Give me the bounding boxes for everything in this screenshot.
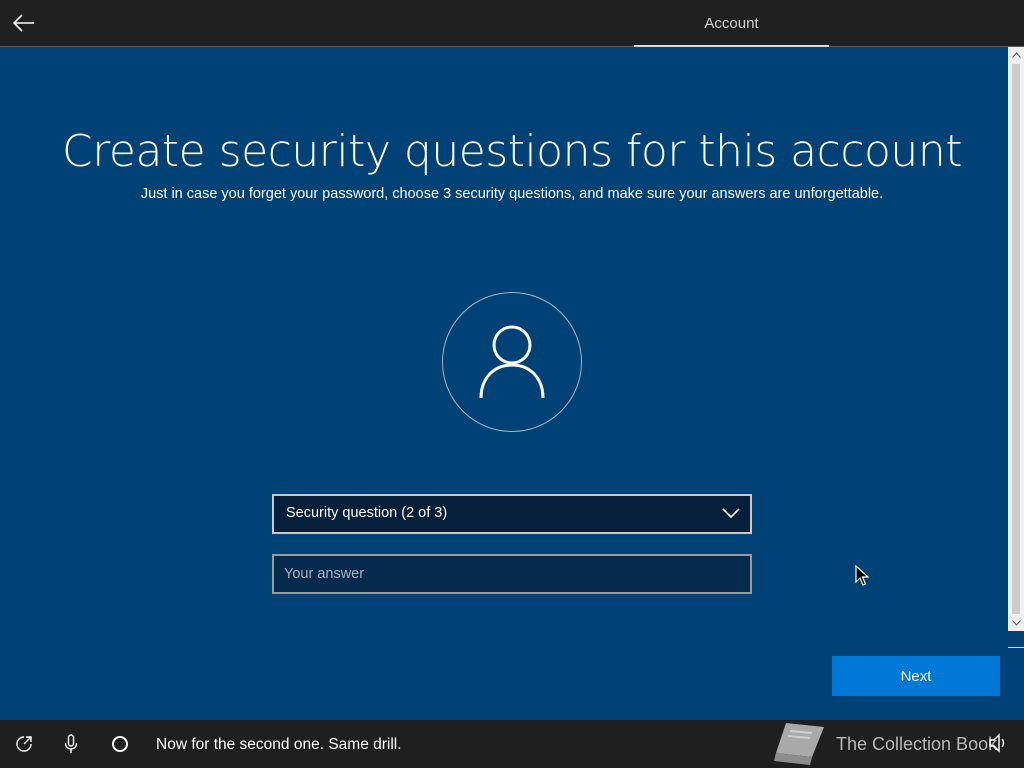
answer-input[interactable]: [272, 554, 752, 594]
scroll-up-button[interactable]: [1008, 47, 1024, 63]
bottom-bar: Now for the second one. Same drill. The …: [0, 720, 1024, 768]
volume-icon: [989, 733, 1005, 753]
narration-text: Now for the second one. Same drill.: [156, 736, 402, 753]
security-question-label: Security question (2 of 3): [286, 505, 448, 521]
volume-button[interactable]: [988, 732, 1008, 759]
mouse-cursor-icon: [855, 565, 869, 586]
avatar: [442, 292, 582, 432]
back-button[interactable]: [6, 6, 42, 40]
scroll-down-button[interactable]: [1008, 615, 1024, 631]
person-icon: [479, 325, 545, 399]
tab-underline: [634, 45, 829, 47]
scroll-divider: [1008, 647, 1024, 648]
microphone-button[interactable]: [59, 732, 83, 756]
chevron-down-icon: [722, 508, 740, 519]
cortana-button[interactable]: [108, 732, 132, 756]
page-subtitle: Just in case you forget your password, c…: [140, 186, 884, 202]
tab-account[interactable]: Account: [634, 0, 829, 47]
chevron-up-icon: [1011, 52, 1021, 58]
microphone-icon: [64, 734, 78, 753]
ease-of-access-button[interactable]: [12, 732, 36, 756]
chevron-down-icon: [1011, 620, 1021, 626]
top-bar: Account: [0, 0, 1024, 47]
book-logo-icon: [774, 723, 824, 765]
watermark-text: The Collection Book: [836, 733, 998, 754]
tab-account-label: Account: [704, 14, 759, 32]
back-arrow-icon: [13, 14, 34, 32]
security-question-select[interactable]: Security question (2 of 3): [272, 494, 752, 534]
cortana-circle-icon: [112, 736, 128, 752]
page-title: Create security questions for this accou…: [62, 126, 962, 177]
ease-of-access-icon: [16, 736, 32, 752]
next-button[interactable]: Next: [832, 656, 1000, 696]
watermark: The Collection Book: [772, 720, 997, 768]
